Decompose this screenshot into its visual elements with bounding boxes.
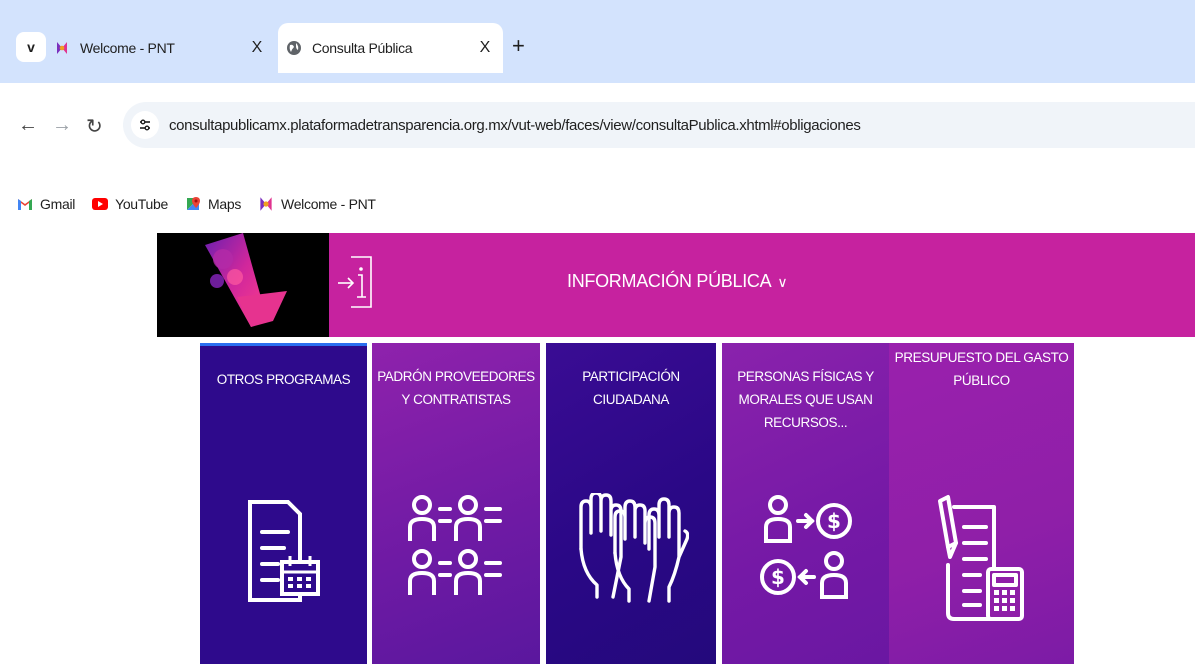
raised-hands-icon — [579, 493, 689, 603]
address-bar[interactable]: consultapublicamx.plataformadetransparen… — [123, 102, 1195, 148]
bookmark-label: Maps — [207, 196, 242, 212]
tile-label: PERSONAS FÍSICAS Y MORALES QUE USAN RECU… — [737, 369, 874, 430]
bookmark-label: Welcome - PNT — [281, 196, 376, 212]
tab-title: Welcome - PNT — [80, 40, 175, 56]
people-list-icon — [408, 495, 502, 595]
new-tab-button[interactable]: + — [512, 35, 525, 57]
back-arrow-icon[interactable]: ← — [18, 114, 38, 137]
tab-title: Consulta Pública — [312, 40, 413, 56]
tile-label: OTROS PROGRAMAS — [216, 372, 351, 387]
maps-icon — [186, 197, 200, 210]
tab-welcome-pnt[interactable]: Welcome - PNT X — [50, 23, 275, 73]
informacion-publica-menu[interactable]: INFORMACIÓN PÚBLICA ∨ — [567, 271, 788, 292]
bookmark-welcome-pnt[interactable]: Welcome - PNT — [257, 195, 376, 213]
chevron-down-icon: ∨ — [777, 274, 788, 290]
svg-text:$: $ — [827, 509, 841, 533]
globe-icon — [287, 41, 301, 55]
chevron-down-icon: v — [27, 39, 35, 55]
tile-personas-fisicas-morales[interactable]: PERSONAS FÍSICAS Y MORALES QUE USAN RECU… — [722, 343, 889, 664]
bookmark-label: Gmail — [40, 196, 76, 212]
forward-arrow-icon[interactable]: → — [52, 114, 72, 137]
menu-title-text: INFORMACIÓN PÚBLICA — [567, 271, 772, 291]
bookmark-label: YouTube — [115, 196, 168, 212]
tile-otros-programas[interactable]: OTROS PROGRAMAS — [200, 343, 367, 664]
tile-label: PADRÓN PROVEEDORES Y CONTRATISTAS — [377, 369, 535, 407]
tile-presupuesto-gasto[interactable]: PRESUPUESTO DEL GASTO PÚBLICO — [889, 343, 1074, 664]
bookmark-gmail[interactable]: Gmail — [16, 195, 75, 213]
gmail-icon — [18, 199, 32, 210]
bookmark-maps[interactable]: Maps — [184, 195, 241, 213]
tile-label: PRESUPUESTO DEL GASTO PÚBLICO — [894, 350, 1069, 388]
youtube-icon — [92, 198, 109, 210]
pnt-icon — [260, 197, 272, 211]
browser-toolbar: ← → ↻ consultapublicamx.plataformadetran… — [0, 83, 1195, 179]
site-logo[interactable] — [157, 233, 329, 337]
svg-text:$: $ — [771, 565, 785, 589]
tile-padron-proveedores[interactable]: PADRÓN PROVEEDORES Y CONTRATISTAS — [372, 343, 540, 664]
login-info-icon[interactable] — [335, 253, 375, 311]
close-icon[interactable]: X — [473, 39, 497, 57]
reload-icon[interactable]: ↻ — [86, 114, 103, 139]
tile-participacion-ciudadana[interactable]: PARTICIPACIÓN CIUDADANA — [546, 343, 716, 664]
bookmarks-bar: Gmail YouTube Maps Welcome - PNT — [0, 179, 1195, 229]
tab-consulta-publica[interactable]: Consulta Pública X — [278, 23, 503, 73]
url-text: consultapublicamx.plataformadetransparen… — [169, 116, 861, 134]
pnt-v-logo — [205, 233, 287, 327]
tile-label: PARTICIPACIÓN CIUDADANA — [582, 369, 680, 407]
site-header: INFORMACIÓN PÚBLICA ∨ — [157, 233, 1195, 337]
pnt-logo-icon — [57, 42, 67, 54]
bookmark-youtube[interactable]: YouTube — [91, 195, 168, 213]
document-calendar-icon — [247, 500, 320, 602]
tab-search-button[interactable]: v — [16, 32, 46, 62]
close-icon[interactable]: X — [245, 39, 269, 57]
browser-tab-strip: v Welcome - PNT X Consulta Pública X + — [0, 0, 1195, 83]
site-settings-icon[interactable] — [131, 111, 159, 139]
people-money-exchange-icon: $ $ — [759, 495, 852, 599]
budget-calculator-icon — [937, 495, 1024, 621]
